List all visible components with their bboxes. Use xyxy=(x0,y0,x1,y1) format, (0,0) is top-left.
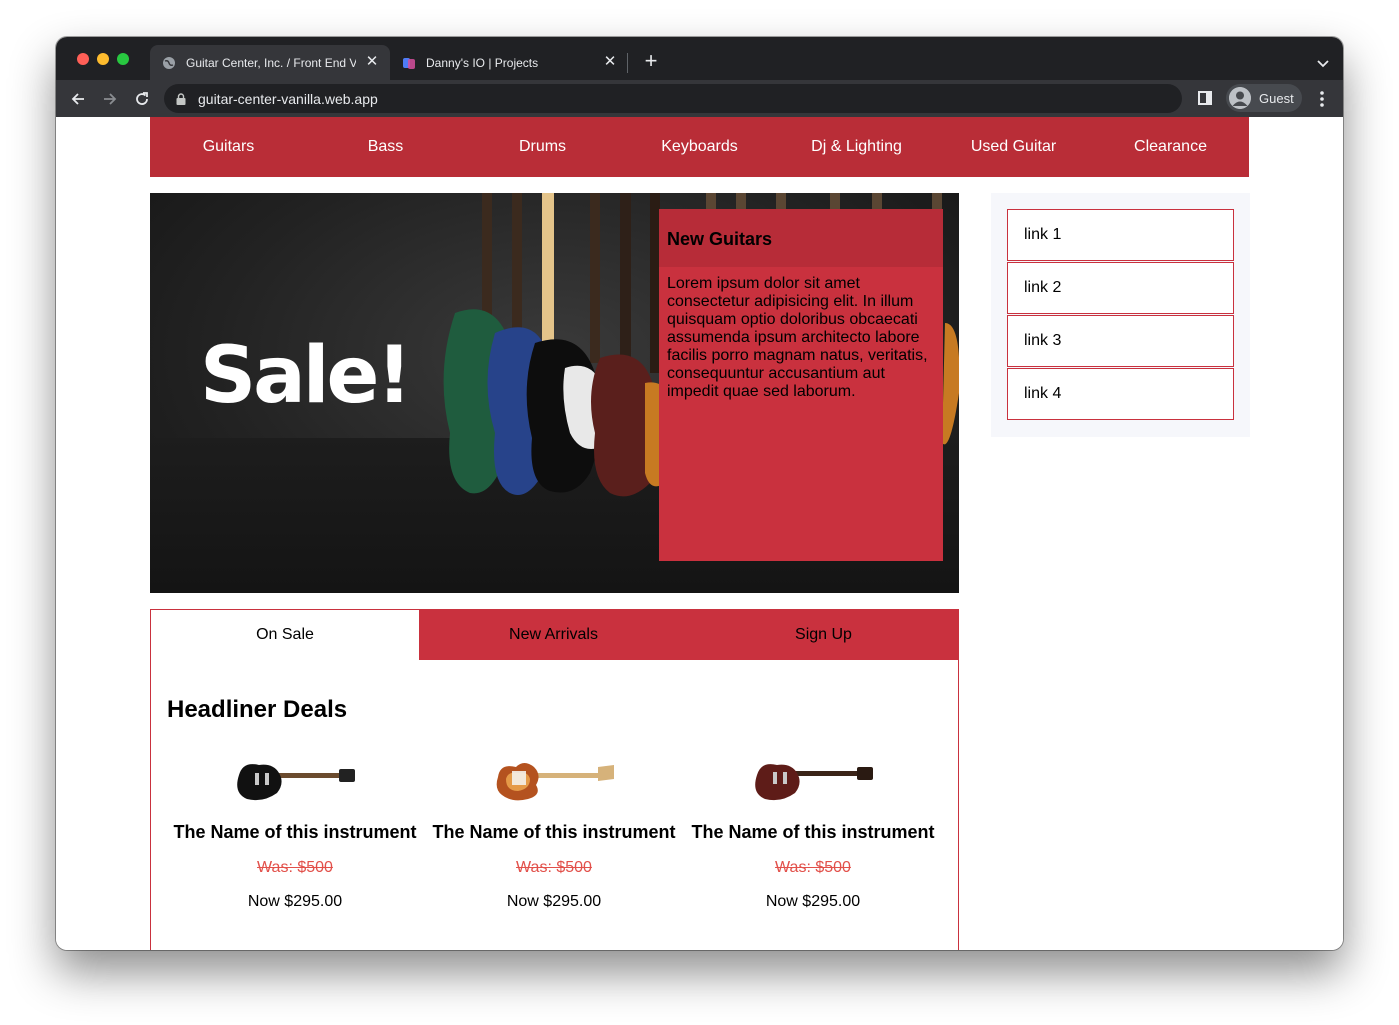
back-arrow-icon[interactable] xyxy=(68,89,88,109)
close-window-button[interactable] xyxy=(77,53,89,65)
globe-icon xyxy=(162,56,176,70)
profile-label: Guest xyxy=(1259,90,1294,106)
tabs-panel: On Sale New Arrivals Sign Up Headliner D… xyxy=(150,609,959,950)
tab-sign-up[interactable]: Sign Up xyxy=(688,609,959,660)
deals-title: Headliner Deals xyxy=(167,696,348,723)
product-now-price: Now $295.00 xyxy=(765,893,861,910)
url-text: guitar-center-vanilla.web.app xyxy=(198,90,378,107)
close-tab-icon[interactable]: ✕ xyxy=(602,54,618,70)
nav-item-dj-lighting[interactable]: Dj & Lighting xyxy=(778,117,935,177)
sidebar-link-1[interactable]: link 1 xyxy=(1007,209,1234,261)
product-card[interactable]: The Name of this instrument Was: $500 No… xyxy=(425,750,683,911)
new-tab-plus-icon[interactable]: + xyxy=(641,50,661,72)
product-was-price: Was: $500 xyxy=(775,859,851,876)
tab-on-sale[interactable]: On Sale xyxy=(150,609,419,660)
sidebar-link-2[interactable]: link 2 xyxy=(1007,262,1234,314)
sidebar-link-4[interactable]: link 4 xyxy=(1007,368,1234,420)
profile-button[interactable]: Guest xyxy=(1226,84,1302,112)
sale-text: Sale! xyxy=(200,331,412,421)
browser-tab-dannys-io[interactable]: Danny's IO | Projects ✕ xyxy=(390,45,628,80)
tab-title: Guitar Center, Inc. / Front End V xyxy=(186,55,356,70)
nav-item-guitars[interactable]: Guitars xyxy=(150,117,307,177)
promo-text: Lorem ipsum dolor sit amet consectetur a… xyxy=(667,275,928,400)
reload-icon[interactable] xyxy=(132,89,152,109)
product-name: The Name of this instrument xyxy=(691,822,935,842)
more-options-icon[interactable] xyxy=(1314,89,1330,109)
sidebar: link 1 link 2 link 3 link 4 xyxy=(991,193,1250,437)
sidebar-link-3[interactable]: link 3 xyxy=(1007,315,1234,367)
product-card[interactable]: The Name of this instrument Was: $500 No… xyxy=(166,750,424,911)
lock-icon xyxy=(176,92,186,105)
minimize-window-button[interactable] xyxy=(97,53,109,65)
nav-item-clearance[interactable]: Clearance xyxy=(1092,117,1249,177)
tab-bar: On Sale New Arrivals Sign Up xyxy=(150,609,959,660)
browser-toolbar: guitar-center-vanilla.web.app Guest xyxy=(56,80,1343,117)
browser-tab-guitar-center[interactable]: Guitar Center, Inc. / Front End V ✕ xyxy=(150,45,390,80)
tab-separator xyxy=(627,53,628,73)
nav-item-bass[interactable]: Bass xyxy=(307,117,464,177)
product-name: The Name of this instrument xyxy=(432,822,676,842)
wine-red-les-paul-guitar-image xyxy=(684,750,942,810)
tab-search-chevron-icon[interactable] xyxy=(1317,55,1329,73)
hero-banner: Sale! New Guitars Lorem ipsum dolor sit … xyxy=(150,193,959,593)
nav-item-keyboards[interactable]: Keyboards xyxy=(621,117,778,177)
main-nav: Guitars Bass Drums Keyboards Dj & Lighti… xyxy=(150,117,1249,177)
tab-strip: Guitar Center, Inc. / Front End V ✕ Dann… xyxy=(56,37,1343,80)
avatar-icon xyxy=(1229,87,1251,109)
nav-item-drums[interactable]: Drums xyxy=(464,117,621,177)
tab-new-arrivals[interactable]: New Arrivals xyxy=(419,609,688,660)
side-panel-icon[interactable] xyxy=(1198,91,1212,110)
sunburst-stratocaster-guitar-image xyxy=(425,750,683,810)
product-name: The Name of this instrument xyxy=(173,822,417,842)
product-was-price: Was: $500 xyxy=(516,859,592,876)
black-les-paul-guitar-image xyxy=(166,750,424,810)
maximize-window-button[interactable] xyxy=(117,53,129,65)
product-was-price: Was: $500 xyxy=(257,859,333,876)
browser-window: Guitar Center, Inc. / Front End V ✕ Dann… xyxy=(56,37,1343,950)
forward-arrow-icon[interactable] xyxy=(100,89,120,109)
site-logo-icon xyxy=(402,56,416,70)
address-bar[interactable]: guitar-center-vanilla.web.app xyxy=(164,84,1182,113)
promo-title: New Guitars xyxy=(659,209,943,267)
promo-card: New Guitars Lorem ipsum dolor sit amet c… xyxy=(659,209,943,561)
tab-title: Danny's IO | Projects xyxy=(426,55,539,70)
web-page: Guitars Bass Drums Keyboards Dj & Lighti… xyxy=(56,117,1343,950)
product-now-price: Now $295.00 xyxy=(506,893,602,910)
close-tab-icon[interactable]: ✕ xyxy=(364,54,380,70)
product-card[interactable]: The Name of this instrument Was: $500 No… xyxy=(684,750,942,911)
product-now-price: Now $295.00 xyxy=(247,893,343,910)
nav-item-used-guitar[interactable]: Used Guitar xyxy=(935,117,1092,177)
